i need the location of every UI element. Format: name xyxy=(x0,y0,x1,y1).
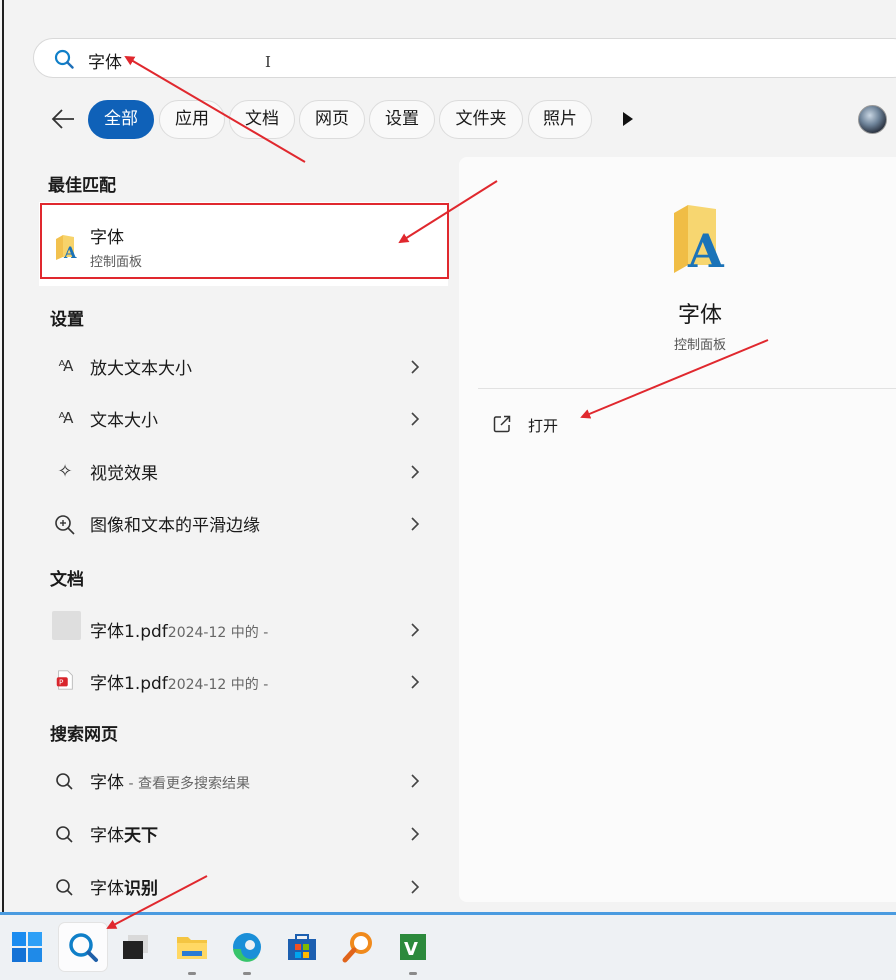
filter-documents[interactable]: 文档 xyxy=(229,100,295,139)
settings-item[interactable]: ᴬA 文本大小 xyxy=(39,396,439,442)
document-item[interactable]: 字体1.pdf2024-12 中的 - xyxy=(39,607,439,653)
web-suggestion-rest: - 查看更多搜索结果 xyxy=(124,776,250,792)
vim-icon[interactable]: V xyxy=(389,923,437,975)
chevron-right-icon xyxy=(411,827,420,841)
search-icon xyxy=(56,879,73,896)
documents-heading: 文档 xyxy=(50,570,84,590)
document-item[interactable]: P 字体1.pdf2024-12 中的 - xyxy=(39,659,439,705)
back-arrow-icon[interactable] xyxy=(50,104,78,134)
search-icon xyxy=(56,773,73,790)
web-suggestion[interactable]: 字体天下 xyxy=(39,811,439,857)
filter-settings[interactable]: 设置 xyxy=(369,100,435,139)
store-icon[interactable] xyxy=(278,923,326,971)
document-name: 字体1.pdf xyxy=(90,622,168,642)
text-size-icon: ᴬA xyxy=(58,357,74,375)
filter-all[interactable]: 全部 xyxy=(88,100,154,139)
chevron-right-icon xyxy=(411,517,420,531)
search-icon[interactable] xyxy=(59,923,107,971)
settings-item[interactable]: ᴬA 放大文本大小 xyxy=(39,344,439,390)
chevron-right-icon xyxy=(411,880,420,894)
chevron-right-icon xyxy=(411,412,420,426)
document-meta: 2024-12 中的 - xyxy=(167,677,269,693)
chevron-right-icon xyxy=(411,465,420,479)
web-suggestion[interactable]: 字体识别 xyxy=(39,864,439,910)
chevron-right-icon xyxy=(411,774,420,788)
search-icon xyxy=(56,826,73,843)
web-suggestion-rest: 天下 xyxy=(124,826,158,846)
web-suggestion-prefix: 字体 xyxy=(90,773,124,793)
search-query[interactable]: 字体 xyxy=(88,48,122,73)
web-suggestion-prefix: 字体 xyxy=(90,826,124,846)
windows-start-icon[interactable] xyxy=(3,923,51,971)
search-icon xyxy=(54,49,74,69)
filter-photos[interactable]: 照片 xyxy=(528,100,592,139)
magnifier-app-icon[interactable] xyxy=(334,923,382,971)
fonts-folder-icon: A xyxy=(674,205,725,275)
svg-text:A: A xyxy=(687,224,725,275)
start-search-panel: 字体 I 全部 应用 文档 网页 设置 文件夹 照片 最佳匹配 A 字体 控制面… xyxy=(2,0,896,912)
chevron-right-icon xyxy=(411,675,420,689)
best-match-heading: 最佳匹配 xyxy=(48,176,116,196)
blank-file-icon xyxy=(52,611,81,640)
document-meta: 2024-12 中的 - xyxy=(167,625,269,641)
settings-item-label: 文本大小 xyxy=(90,411,158,431)
search-input[interactable]: 字体 I xyxy=(33,38,896,78)
avatar[interactable] xyxy=(858,105,887,134)
filter-apps[interactable]: 应用 xyxy=(159,100,225,139)
settings-item-label: 放大文本大小 xyxy=(90,359,192,379)
file-explorer-icon[interactable] xyxy=(168,923,216,975)
settings-item-label: 图像和文本的平滑边缘 xyxy=(90,516,260,536)
open-external-icon[interactable] xyxy=(492,414,512,434)
web-suggestion-rest: 识别 xyxy=(124,879,158,899)
zoom-icon xyxy=(55,515,75,535)
running-indicator xyxy=(243,972,251,975)
pdf-icon: P xyxy=(56,670,73,690)
svg-text:P: P xyxy=(59,678,64,687)
text-size-icon: ᴬA xyxy=(58,409,74,427)
task-view-icon[interactable] xyxy=(112,923,160,971)
web-search-heading: 搜索网页 xyxy=(50,725,118,745)
text-cursor-icon: I xyxy=(265,53,271,71)
settings-item-label: 视觉效果 xyxy=(90,464,158,484)
window-edge xyxy=(2,0,4,912)
play-more-icon[interactable] xyxy=(621,110,635,128)
sparkle-icon: ✧ xyxy=(57,461,73,482)
filter-folders[interactable]: 文件夹 xyxy=(439,100,523,139)
running-indicator xyxy=(188,972,196,975)
taskbar: V xyxy=(0,915,896,980)
settings-item[interactable]: ✧ 视觉效果 xyxy=(39,449,439,495)
annotation-highlight-box xyxy=(40,203,449,279)
edge-icon[interactable] xyxy=(223,923,271,975)
filter-web[interactable]: 网页 xyxy=(299,100,365,139)
detail-subtitle: 控制面板 xyxy=(673,338,726,353)
chevron-right-icon xyxy=(411,360,420,374)
web-suggestion-prefix: 字体 xyxy=(90,879,124,899)
chevron-right-icon xyxy=(411,623,420,637)
running-indicator xyxy=(409,972,417,975)
divider xyxy=(478,388,896,389)
settings-heading: 设置 xyxy=(50,310,84,330)
settings-item[interactable]: 图像和文本的平滑边缘 xyxy=(39,501,439,547)
document-name: 字体1.pdf xyxy=(90,674,168,694)
web-suggestion[interactable]: 字体 - 查看更多搜索结果 xyxy=(39,758,439,804)
svg-text:V: V xyxy=(404,939,418,960)
detail-title: 字体 xyxy=(677,303,722,328)
open-action-label[interactable]: 打开 xyxy=(528,415,558,436)
